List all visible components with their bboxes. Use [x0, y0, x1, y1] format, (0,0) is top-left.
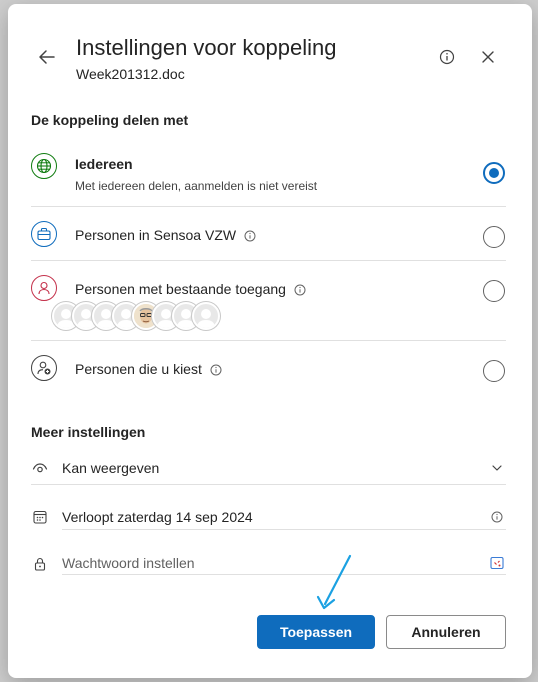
info-icon[interactable] — [244, 230, 256, 242]
divider — [31, 340, 506, 341]
back-button[interactable] — [35, 45, 59, 69]
eye-icon — [31, 459, 49, 477]
divider — [31, 206, 506, 207]
close-button[interactable] — [478, 47, 498, 67]
close-icon — [482, 51, 494, 63]
option-specific-people-text: Personen die u kiest — [75, 361, 202, 377]
dialog-header: Instellingen voor koppeling Week201312.d… — [8, 4, 532, 99]
divider — [31, 484, 506, 485]
password-input[interactable] — [62, 551, 472, 575]
option-specific-people-label: Personen die u kiest — [75, 361, 222, 377]
permission-dropdown[interactable]: Kan weergeven — [31, 458, 506, 482]
option-existing-access-label: Personen met bestaande toegang — [75, 281, 306, 297]
arrow-left-icon — [39, 50, 55, 64]
option-organization-text: Personen in Sensoa VZW — [75, 227, 237, 243]
radio-organization[interactable] — [483, 226, 505, 248]
globe-icon — [31, 153, 57, 179]
lock-icon — [31, 555, 49, 573]
password-row — [31, 551, 506, 575]
option-everyone-description: Met iedereen delen, aanmelden is niet ve… — [75, 179, 318, 193]
file-name: Week201312.doc — [76, 66, 185, 82]
permission-value: Kan weergeven — [62, 460, 160, 476]
info-icon — [439, 49, 455, 65]
info-icon[interactable] — [294, 284, 306, 296]
radio-everyone[interactable] — [483, 162, 505, 184]
info-icon[interactable] — [488, 508, 506, 526]
backdrop-page — [0, 0, 8, 682]
dialog-title: Instellingen voor koppeling — [76, 35, 337, 60]
more-settings-heading: Meer instellingen — [31, 424, 146, 440]
expiry-date-field[interactable]: Verloopt zaterdag 14 sep 2024 — [31, 506, 506, 530]
divider — [31, 260, 506, 261]
option-existing-access-text: Personen met bestaande toegang — [75, 281, 286, 297]
password-manager-icon[interactable] — [488, 554, 506, 572]
link-settings-dialog: Instellingen voor koppeling Week201312.d… — [8, 4, 532, 678]
avatar-group — [52, 302, 222, 332]
info-icon[interactable] — [210, 364, 222, 376]
chevron-down-icon — [488, 459, 506, 477]
annotation-arrow — [316, 554, 352, 610]
option-specific-people[interactable]: Personen die u kiest — [31, 355, 506, 391]
briefcase-icon — [31, 221, 57, 247]
expiry-value: Verloopt zaterdag 14 sep 2024 — [62, 509, 253, 525]
cancel-button[interactable]: Annuleren — [386, 615, 506, 649]
apply-button[interactable]: Toepassen — [257, 615, 375, 649]
calendar-icon — [31, 508, 49, 526]
option-everyone[interactable]: Iedereen Met iedereen delen, aanmelden i… — [31, 151, 506, 203]
person-add-icon — [31, 355, 57, 381]
divider — [62, 529, 506, 530]
info-button[interactable] — [437, 47, 457, 67]
radio-existing-access[interactable] — [483, 280, 505, 302]
radio-specific-people[interactable] — [483, 360, 505, 382]
share-with-heading: De koppeling delen met — [31, 112, 189, 128]
option-organization-label: Personen in Sensoa VZW — [75, 227, 256, 243]
person-icon — [31, 275, 57, 301]
option-everyone-label: Iedereen — [75, 156, 133, 172]
option-organization[interactable]: Personen in Sensoa VZW — [31, 221, 506, 257]
divider — [62, 574, 506, 575]
avatar — [192, 302, 220, 330]
